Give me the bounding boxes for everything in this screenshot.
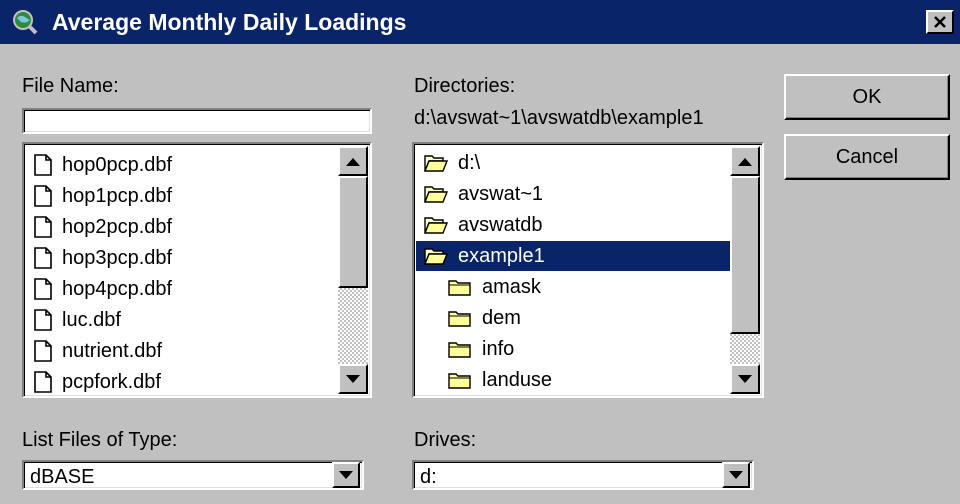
- chevron-down-icon: [339, 470, 353, 479]
- directory-path: d:\avswat~1\avswatdb\example1: [414, 107, 704, 129]
- file-list-item[interactable]: hop0pcp.dbf: [34, 150, 324, 180]
- document-icon: [34, 247, 52, 269]
- open-folder-icon: [424, 248, 448, 265]
- close-icon: [934, 16, 946, 28]
- file-list-item-label: pcpfork.dbf: [62, 370, 161, 393]
- directory-list-scrollbar[interactable]: [730, 146, 760, 394]
- directory-list-item[interactable]: amask: [440, 272, 732, 302]
- directory-list-item-label: amask: [482, 275, 541, 298]
- directory-list-item[interactable]: avswat~1: [416, 179, 732, 209]
- file-list-item-label: hop1pcp.dbf: [62, 184, 173, 207]
- file-list-item[interactable]: nutrient.dbf: [34, 336, 324, 366]
- arrow-up-icon: [346, 157, 360, 166]
- file-list-item[interactable]: hop4pcp.dbf: [34, 274, 324, 304]
- directory-list-item-label: example1: [458, 244, 545, 267]
- scroll-thumb[interactable]: [730, 176, 760, 334]
- file-type-select[interactable]: dBASE: [22, 460, 364, 490]
- directories-label: Directories:: [414, 75, 516, 97]
- ok-button[interactable]: OK: [784, 74, 950, 120]
- directory-list-item-label: landuse: [482, 368, 553, 391]
- scroll-up-button[interactable]: [338, 146, 368, 176]
- scroll-down-button[interactable]: [338, 364, 368, 394]
- arrow-down-icon: [738, 374, 752, 383]
- file-type-label: List Files of Type:: [22, 429, 178, 451]
- drives-select[interactable]: d:: [412, 460, 754, 490]
- file-list[interactable]: hop0pcp.dbf hop1pcp.dbf hop2pcp.dbf hop3pcp…: [22, 142, 372, 398]
- file-list-item-label: hop4pcp.dbf: [62, 277, 173, 300]
- file-name-label: File Name:: [22, 75, 119, 97]
- folder-icon: [448, 373, 471, 389]
- dialog-window: Average Monthly Daily Loadings File Name…: [0, 0, 960, 504]
- file-type-dropdown-button[interactable]: [332, 462, 360, 488]
- file-list-item-label: luc.dbf: [62, 308, 121, 331]
- drives-label: Drives:: [414, 429, 477, 451]
- directory-list-item[interactable]: info: [440, 334, 732, 364]
- drives-dropdown-button[interactable]: [722, 462, 750, 488]
- arrow-down-icon: [346, 374, 360, 383]
- folder-icon: [448, 342, 471, 358]
- file-list-item-label: hop2pcp.dbf: [62, 215, 173, 238]
- directory-list-item[interactable]: example1: [416, 241, 732, 271]
- file-list-item[interactable]: hop2pcp.dbf: [34, 212, 324, 242]
- directory-list-item-label: avswat~1: [458, 182, 544, 205]
- document-icon: [34, 216, 52, 238]
- directory-list-item-label: avswatdb: [458, 213, 543, 236]
- drives-value: d:: [420, 466, 437, 488]
- open-folder-icon: [424, 186, 448, 203]
- scroll-up-button[interactable]: [730, 146, 760, 176]
- folder-icon: [448, 311, 471, 327]
- file-list-item[interactable]: luc.dbf: [34, 305, 324, 335]
- arrow-up-icon: [738, 157, 752, 166]
- directory-list[interactable]: d:\ avswat~1 avswatdb example1 amask dem info l…: [412, 142, 764, 398]
- file-list-item[interactable]: hop3pcp.dbf: [34, 243, 324, 273]
- file-list-item-label: hop0pcp.dbf: [62, 153, 173, 176]
- directory-list-item[interactable]: landuse: [440, 365, 732, 395]
- file-list-item-label: nutrient.dbf: [62, 339, 163, 362]
- file-name-input[interactable]: [22, 108, 372, 134]
- document-icon: [34, 340, 52, 362]
- open-folder-icon: [424, 155, 448, 172]
- title-bar[interactable]: Average Monthly Daily Loadings: [0, 0, 960, 44]
- file-list-scrollbar[interactable]: [338, 146, 368, 394]
- globe-magnifier-icon: [13, 10, 38, 35]
- directory-list-item-label: d:\: [458, 151, 481, 174]
- folder-icon: [448, 280, 471, 296]
- directory-list-item-label: dem: [482, 306, 521, 329]
- directory-list-item[interactable]: dem: [440, 303, 732, 333]
- scroll-thumb[interactable]: [338, 176, 368, 288]
- directory-list-item-label: info: [482, 337, 515, 360]
- window-title: Average Monthly Daily Loadings: [52, 9, 407, 35]
- file-list-item[interactable]: pcpfork.dbf: [34, 367, 324, 396]
- chevron-down-icon: [729, 470, 743, 479]
- cancel-button[interactable]: Cancel: [784, 134, 950, 180]
- file-list-item[interactable]: hop1pcp.dbf: [34, 181, 324, 211]
- document-icon: [34, 278, 52, 300]
- document-icon: [34, 154, 52, 176]
- file-list-item-label: hop3pcp.dbf: [62, 246, 173, 269]
- scroll-down-button[interactable]: [730, 364, 760, 394]
- directory-list-item[interactable]: avswatdb: [416, 210, 732, 240]
- document-icon: [34, 185, 52, 207]
- open-folder-icon: [424, 217, 448, 234]
- close-button[interactable]: [926, 10, 954, 34]
- document-icon: [34, 371, 52, 393]
- file-type-value: dBASE: [30, 466, 95, 488]
- directory-list-item[interactable]: d:\: [416, 148, 732, 178]
- document-icon: [34, 309, 52, 331]
